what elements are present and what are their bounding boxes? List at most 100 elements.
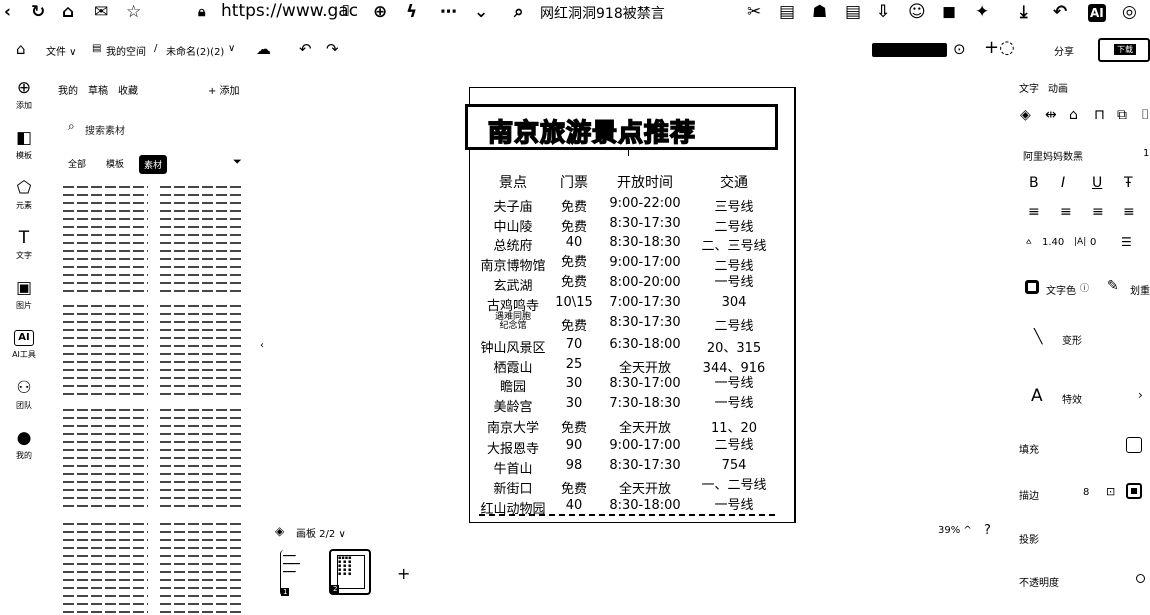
space-breadcrumb[interactable]: 我的空间: [106, 43, 146, 58]
list-icon[interactable]: ☰: [1121, 235, 1132, 249]
rail-text[interactable]: T 文字: [8, 230, 40, 261]
align-left-icon[interactable]: ≡: [1028, 204, 1040, 220]
pages-selector[interactable]: 画板 2/2 ∨: [296, 525, 346, 540]
add-page-icon[interactable]: +: [397, 564, 410, 583]
italic-icon[interactable]: I: [1061, 175, 1065, 191]
tab-favorites[interactable]: 收藏: [118, 82, 138, 97]
text-color-swatch[interactable]: [1025, 280, 1039, 294]
strikethrough-icon[interactable]: Ŧ: [1124, 175, 1133, 191]
premium-badge[interactable]: [872, 43, 947, 57]
download-tray-icon[interactable]: ⇩: [876, 2, 890, 22]
rail-add[interactable]: ⊕ 添加: [8, 80, 40, 111]
font-size-partial[interactable]: 1: [1143, 148, 1149, 159]
material-thumbnail[interactable]: [60, 302, 148, 397]
tab-mine[interactable]: 我的: [58, 82, 78, 97]
rail-ai-tools[interactable]: AI AI工具: [8, 330, 40, 360]
material-thumbnail[interactable]: [157, 302, 243, 397]
add-material-button[interactable]: + 添加: [208, 82, 240, 97]
timer-icon[interactable]: ⊙: [953, 40, 966, 58]
copy-icon[interactable]: ⧉: [1117, 107, 1127, 123]
redo-icon[interactable]: ↷: [326, 40, 339, 58]
rail-team[interactable]: ⚇ 团队: [8, 380, 40, 411]
panel-collapse-icon[interactable]: ‹: [260, 340, 264, 351]
letter-spacing-value[interactable]: 0: [1090, 237, 1096, 248]
rail-images[interactable]: ▣ 图片: [8, 280, 40, 311]
download-icon[interactable]: ⤓: [1020, 2, 1028, 22]
page-thumbnail-1[interactable]: ━━━ ━━━━ ━━━ 1: [280, 550, 322, 596]
zoom-level[interactable]: 39% ^: [938, 525, 972, 536]
align-center-icon[interactable]: ≡: [1060, 204, 1072, 220]
filter-all[interactable]: 全部: [68, 157, 86, 170]
file-menu[interactable]: 文件 ∨: [46, 43, 77, 58]
effect-label[interactable]: 特效: [1062, 391, 1082, 406]
help-icon[interactable]: ?: [984, 523, 991, 538]
favorites-icon[interactable]: ☆: [126, 2, 141, 22]
layer-icon[interactable]: ◈: [1020, 107, 1031, 123]
rail-templates[interactable]: ◧ 模板: [8, 130, 40, 161]
material-thumbnail[interactable]: [60, 183, 148, 293]
fill-color-swatch[interactable]: [1126, 437, 1142, 453]
chevron-down-icon[interactable]: ⌄: [474, 2, 488, 22]
opacity-slider[interactable]: [1136, 574, 1145, 583]
undo-icon[interactable]: ↶: [299, 40, 312, 58]
search-input[interactable]: 搜索素材: [85, 122, 125, 137]
mail-icon[interactable]: ✉: [94, 2, 108, 22]
format-painter-icon[interactable]: ⊓: [1094, 107, 1105, 123]
material-thumbnail[interactable]: [157, 406, 243, 511]
border-width-value[interactable]: 8: [1083, 487, 1089, 498]
delete-icon[interactable]: ⌷: [1141, 107, 1149, 123]
material-thumbnail[interactable]: [157, 520, 243, 615]
browser-search-field[interactable]: 网红洞洞918被禁言: [540, 3, 665, 23]
invite-icon[interactable]: +◌: [984, 37, 1015, 58]
home-icon[interactable]: ⌂: [62, 2, 74, 22]
back-icon[interactable]: ‹: [4, 2, 11, 22]
font-family-select[interactable]: 阿里妈妈数黑: [1023, 148, 1083, 163]
reader-icon[interactable]: ▯: [342, 2, 350, 18]
translate-icon[interactable]: ▤: [779, 2, 795, 22]
tab-animation[interactable]: 动画: [1048, 80, 1068, 95]
refresh-icon[interactable]: ↻: [31, 2, 45, 22]
border-color-swatch[interactable]: [1126, 483, 1142, 499]
title-textbox[interactable]: 南京旅游景点推荐: [465, 104, 778, 150]
effect-icon[interactable]: A: [1031, 386, 1043, 406]
browser-logo-icon[interactable]: ◎: [1122, 2, 1137, 22]
page-thumbnail-2[interactable]: ▪▪▪▪ ▪ ▪ ▪ ▪ ▪ ▪ ▪ ▪ ▪ ▪ ▪ ▪ 2: [329, 549, 371, 595]
flash-icon[interactable]: ϟ: [406, 2, 417, 22]
info-icon[interactable]: ⓘ: [1080, 281, 1089, 294]
bookmark-icon[interactable]: ◼: [942, 2, 956, 22]
rail-mine[interactable]: ● 我的: [8, 430, 40, 461]
extension-icon[interactable]: ✦: [975, 2, 989, 22]
align-right-icon[interactable]: ≡: [1092, 204, 1104, 220]
more-icon[interactable]: ⋯: [440, 2, 457, 22]
material-search[interactable]: ⌕ 搜索素材: [58, 117, 244, 139]
rail-elements[interactable]: ⬠ 元素: [8, 180, 40, 211]
reader-mode-icon[interactable]: ▤: [845, 2, 861, 22]
layers-icon[interactable]: ◈: [275, 524, 284, 538]
tab-drafts[interactable]: 草稿: [88, 82, 108, 97]
border-style-icon[interactable]: ⊡: [1106, 485, 1115, 498]
game-icon[interactable]: ☗: [812, 2, 827, 22]
justify-icon[interactable]: ≡: [1123, 204, 1135, 220]
filter-templates[interactable]: 模板: [106, 157, 124, 170]
material-thumbnail[interactable]: [60, 520, 148, 615]
transform-icon[interactable]: ╲: [1034, 329, 1042, 345]
filter-funnel-icon[interactable]: ⏷: [233, 155, 242, 169]
undo-icon[interactable]: ↶: [1053, 2, 1067, 22]
zoom-icon[interactable]: ⊕: [373, 2, 387, 22]
bold-icon[interactable]: B: [1029, 175, 1039, 191]
pen-icon[interactable]: ✎: [1107, 278, 1119, 294]
effect-expand-icon[interactable]: ›: [1138, 388, 1143, 402]
underline-icon[interactable]: U: [1092, 175, 1102, 191]
flip-icon[interactable]: ⇹: [1045, 107, 1057, 123]
tab-text[interactable]: 文字: [1019, 80, 1039, 95]
avatar-icon[interactable]: ☺: [908, 2, 926, 22]
doc-menu-chevron-icon[interactable]: ∨: [228, 43, 235, 54]
shape-label[interactable]: 变形: [1062, 332, 1082, 347]
line-height-value[interactable]: 1.40: [1042, 237, 1064, 248]
scissors-icon[interactable]: ✂: [747, 2, 761, 22]
ai-icon[interactable]: AI: [1088, 4, 1106, 22]
address-bar[interactable]: https://www.gac: [221, 1, 358, 21]
material-thumbnail[interactable]: [60, 406, 148, 511]
home-icon[interactable]: ⌂: [16, 40, 26, 58]
download-button[interactable]: 下载: [1098, 38, 1150, 62]
